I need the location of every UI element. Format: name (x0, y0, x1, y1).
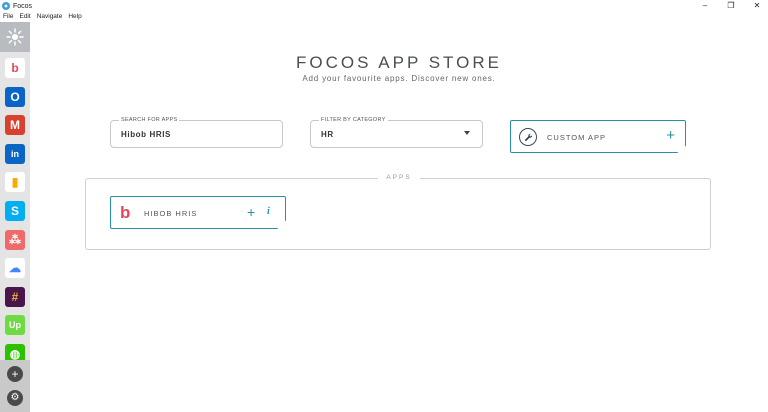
menu-help[interactable]: Help (68, 12, 81, 22)
sidebar-app-skype-icon[interactable]: S (5, 201, 25, 221)
sidebar-app-linkedin-icon[interactable]: in (5, 143, 25, 164)
focos-logo-icon (6, 28, 24, 46)
minimize-button[interactable]: – (700, 0, 710, 11)
sidebar-app-gmail-icon[interactable]: M (5, 115, 25, 136)
settings-button[interactable]: ⚙ (7, 390, 23, 406)
add-app-plus-icon[interactable]: + (247, 204, 255, 220)
app-card-name: HIBOB HRIS (144, 209, 198, 218)
chevron-down-icon[interactable] (464, 131, 470, 135)
focos-app-icon (2, 2, 10, 10)
sidebar-app-google-analytics-icon[interactable]: ▮ (5, 172, 25, 193)
main-content: FOCOS APP STORE Add your favourite apps.… (30, 22, 768, 412)
apps-legend-label: APPS (378, 174, 420, 181)
sidebar-app-hibob-icon[interactable]: b (5, 58, 25, 78)
plus-icon[interactable]: + (666, 128, 675, 144)
maximize-button[interactable]: ❐ (726, 0, 736, 11)
apps-legend: APPS (86, 174, 712, 181)
apps-panel: APPS b HIBOB HRIS + i (85, 174, 711, 250)
hibob-logo-icon: b (120, 203, 131, 222)
info-icon[interactable]: i (267, 206, 270, 218)
window-controls: – ❐ ✕ (700, 0, 762, 11)
page-subtitle: Add your favourite apps. Discover new on… (302, 74, 496, 83)
menu-bar: File Edit Navigate Help (0, 12, 82, 22)
sidebar: b O Min ▮ S ⁂ ☁ # Up ◍ + ⚙ (0, 22, 30, 412)
menu-edit[interactable]: Edit (19, 12, 30, 22)
menu-file[interactable]: File (3, 12, 13, 22)
add-app-button[interactable]: + (7, 366, 23, 382)
sidebar-home[interactable] (0, 22, 30, 52)
custom-app-label: CUSTOM APP (547, 133, 607, 142)
sidebar-app-upwork-icon[interactable]: Up (5, 315, 25, 336)
sidebar-app-asana-icon[interactable]: ⁂ (5, 229, 25, 250)
search-value[interactable]: Hibob HRIS (121, 130, 171, 139)
sidebar-app-slack-icon[interactable]: # (5, 286, 25, 307)
app-card-hibob[interactable]: b HIBOB HRIS + i (110, 196, 286, 229)
search-input[interactable]: SEARCH FOR APPS Hibob HRIS (110, 117, 283, 148)
filter-value: HR (321, 130, 334, 139)
category-filter-select[interactable]: FILTER BY CATEGORY HR (310, 117, 483, 148)
sidebar-app-outlook-icon[interactable]: O (5, 86, 25, 107)
window-title: Focos (13, 2, 33, 10)
title-bar: Focos – ❐ ✕ (0, 0, 768, 12)
menu-navigate[interactable]: Navigate (37, 12, 63, 22)
filter-label: FILTER BY CATEGORY (319, 117, 388, 123)
search-label: SEARCH FOR APPS (119, 117, 180, 123)
wrench-icon (519, 128, 537, 146)
close-button[interactable]: ✕ (752, 0, 762, 11)
sidebar-bottom: + ⚙ (0, 360, 30, 412)
sidebar-app-google-cloud-icon[interactable]: ☁ (5, 258, 25, 279)
custom-app-button[interactable]: CUSTOM APP + (510, 120, 686, 153)
page-title: FOCOS APP STORE (296, 53, 502, 72)
